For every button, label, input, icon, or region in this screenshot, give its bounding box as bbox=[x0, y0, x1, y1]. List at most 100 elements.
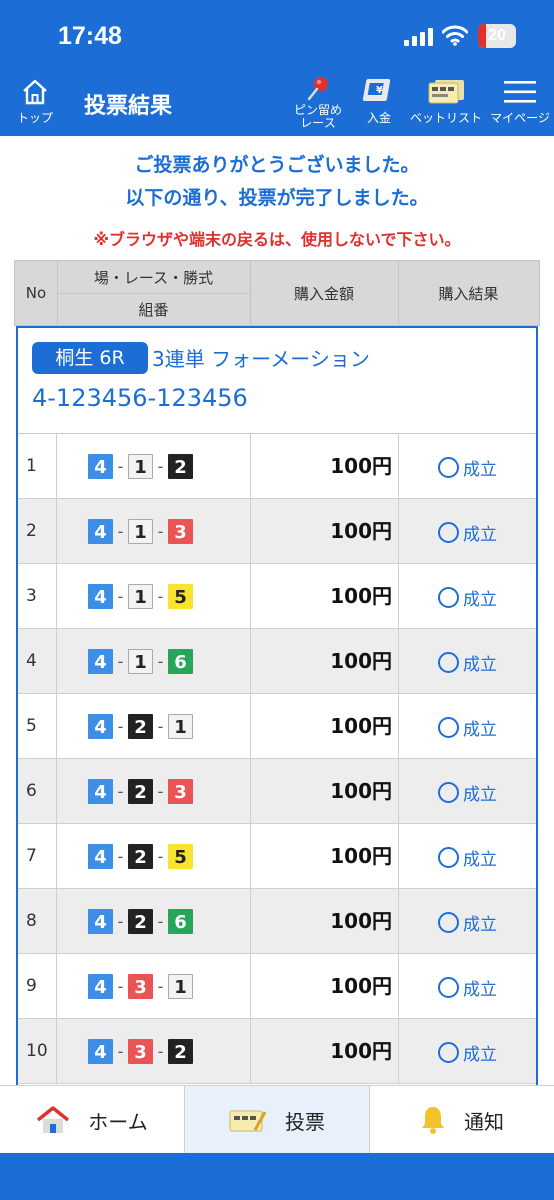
combo-separator: - bbox=[157, 717, 164, 736]
mypage-label: マイページ bbox=[490, 111, 550, 125]
status-time: 17:48 bbox=[58, 22, 122, 50]
purchase-result: 成立 bbox=[438, 846, 497, 870]
combo-separator: - bbox=[157, 847, 164, 866]
purchase-result: 成立 bbox=[438, 911, 497, 935]
table-row: 9 4-3-1 100円 成立 bbox=[18, 954, 536, 1019]
combination: 4-3-2 bbox=[88, 1039, 193, 1064]
boat-number: 4 bbox=[88, 909, 113, 934]
boat-number: 2 bbox=[168, 454, 193, 479]
bet-summary: 桐生 6R 3連単 フォーメーション 4-123456-123456 bbox=[18, 328, 536, 434]
combo-separator: - bbox=[117, 912, 124, 931]
boat-number: 3 bbox=[168, 519, 193, 544]
combination: 4-1-2 bbox=[88, 454, 193, 479]
table-row: 1 4-1-2 100円 成立 bbox=[18, 434, 536, 499]
combination: 4-2-6 bbox=[88, 909, 193, 934]
combo-separator: - bbox=[157, 457, 164, 476]
vote-ticket-icon bbox=[229, 1110, 267, 1132]
purchase-result: 成立 bbox=[438, 456, 497, 480]
bet-block: 桐生 6R 3連単 フォーメーション 4-123456-123456 14-1-… bbox=[16, 326, 538, 1086]
bottom-band bbox=[0, 1153, 554, 1200]
combo-separator: - bbox=[117, 977, 124, 996]
purchase-result: 成立 bbox=[438, 781, 497, 805]
row-number: 4 bbox=[26, 651, 37, 671]
combo-separator: - bbox=[157, 977, 164, 996]
boat-number: 4 bbox=[88, 1039, 113, 1064]
row-number: 9 bbox=[26, 976, 37, 996]
circle-ok-icon bbox=[438, 586, 459, 608]
purchase-result: 成立 bbox=[438, 521, 497, 545]
table-row: 3 4-1-5 100円 成立 bbox=[18, 564, 536, 629]
deposit-button[interactable]: ¥ 入金 bbox=[356, 72, 402, 136]
circle-ok-icon bbox=[438, 456, 459, 478]
combo-separator: - bbox=[157, 1042, 164, 1061]
result-text: 成立 bbox=[463, 524, 497, 545]
combo-separator: - bbox=[117, 847, 124, 866]
boat-number: 4 bbox=[88, 714, 113, 739]
combo-separator: - bbox=[117, 1042, 124, 1061]
boat-number: 2 bbox=[168, 1039, 193, 1064]
combo-separator: - bbox=[117, 782, 124, 801]
battery-text: 20 bbox=[488, 27, 506, 44]
table-row: 7 4-2-5 100円 成立 bbox=[18, 824, 536, 889]
combination: 4-1-5 bbox=[88, 584, 193, 609]
thanks-message-line2: 以下の通り、投票が完了しました。 bbox=[125, 187, 429, 209]
combo-separator: - bbox=[157, 587, 164, 606]
purchase-amount: 100円 bbox=[330, 584, 392, 608]
warning-message: ※ブラウザや端末の戻るは、使用しないで下さい。 bbox=[93, 230, 461, 249]
boat-number: 1 bbox=[128, 649, 153, 674]
boat-number: 4 bbox=[88, 584, 113, 609]
row-number: 10 bbox=[26, 1041, 48, 1061]
combo-separator: - bbox=[157, 912, 164, 931]
pin-race-button[interactable]: ピン留め レース bbox=[286, 72, 350, 136]
combination: 4-2-3 bbox=[88, 779, 193, 804]
boat-number: 1 bbox=[128, 519, 153, 544]
boat-number: 2 bbox=[128, 779, 153, 804]
circle-ok-icon bbox=[438, 846, 459, 868]
bet-type: 3連単 フォーメーション bbox=[152, 347, 370, 371]
mypage-button[interactable]: マイページ bbox=[488, 72, 552, 136]
table-row: 10 4-3-2 100円 成立 bbox=[18, 1019, 536, 1084]
row-number: 8 bbox=[26, 911, 37, 931]
circle-ok-icon bbox=[438, 716, 459, 738]
combo-separator: - bbox=[117, 522, 124, 541]
nav-home-label: ホーム bbox=[88, 1109, 148, 1134]
boat-number: 3 bbox=[168, 779, 193, 804]
col-amount: 購入金額 bbox=[293, 284, 354, 303]
purchase-amount: 100円 bbox=[330, 1039, 392, 1063]
col-race-info: 場・レース・勝式 bbox=[93, 268, 214, 287]
pin-label-2: レース bbox=[300, 116, 336, 130]
nav-home[interactable]: ホーム bbox=[0, 1086, 184, 1154]
boat-number: 2 bbox=[128, 909, 153, 934]
result-text: 成立 bbox=[463, 979, 497, 1000]
betlist-button[interactable]: ベットリスト bbox=[408, 72, 484, 136]
nav-notify[interactable]: 通知 bbox=[370, 1086, 554, 1154]
nav-notify-label: 通知 bbox=[464, 1109, 504, 1134]
row-number: 3 bbox=[26, 586, 37, 606]
combination: 4-1-6 bbox=[88, 649, 193, 674]
purchase-result: 成立 bbox=[438, 716, 497, 740]
combo-separator: - bbox=[117, 587, 124, 606]
purchase-amount: 100円 bbox=[330, 649, 392, 673]
menu-icon bbox=[504, 81, 536, 103]
row-number: 1 bbox=[26, 456, 37, 476]
bell-icon bbox=[422, 1107, 444, 1134]
status-bar: 17:48 20 bbox=[0, 0, 554, 72]
table-row: 4 4-1-6 100円 成立 bbox=[18, 629, 536, 694]
circle-ok-icon bbox=[438, 781, 459, 803]
boat-number: 2 bbox=[128, 844, 153, 869]
top-button[interactable]: トップ bbox=[10, 72, 60, 136]
page-title: 投票結果 bbox=[84, 94, 173, 119]
purchase-amount: 100円 bbox=[330, 519, 392, 543]
combo-code: 4-123456-123456 bbox=[32, 384, 248, 412]
betlist-label: ベットリスト bbox=[409, 111, 482, 125]
col-combination: 組番 bbox=[138, 301, 169, 319]
boat-number: 4 bbox=[88, 454, 113, 479]
circle-ok-icon bbox=[438, 911, 459, 933]
boat-number: 1 bbox=[128, 454, 153, 479]
bottom-nav: ホーム 投票 通知 bbox=[0, 1085, 554, 1154]
purchase-result: 成立 bbox=[438, 586, 497, 610]
combo-separator: - bbox=[117, 652, 124, 671]
combo-separator: - bbox=[157, 782, 164, 801]
battery-icon: 20 bbox=[478, 24, 516, 48]
nav-vote[interactable]: 投票 bbox=[185, 1086, 369, 1154]
